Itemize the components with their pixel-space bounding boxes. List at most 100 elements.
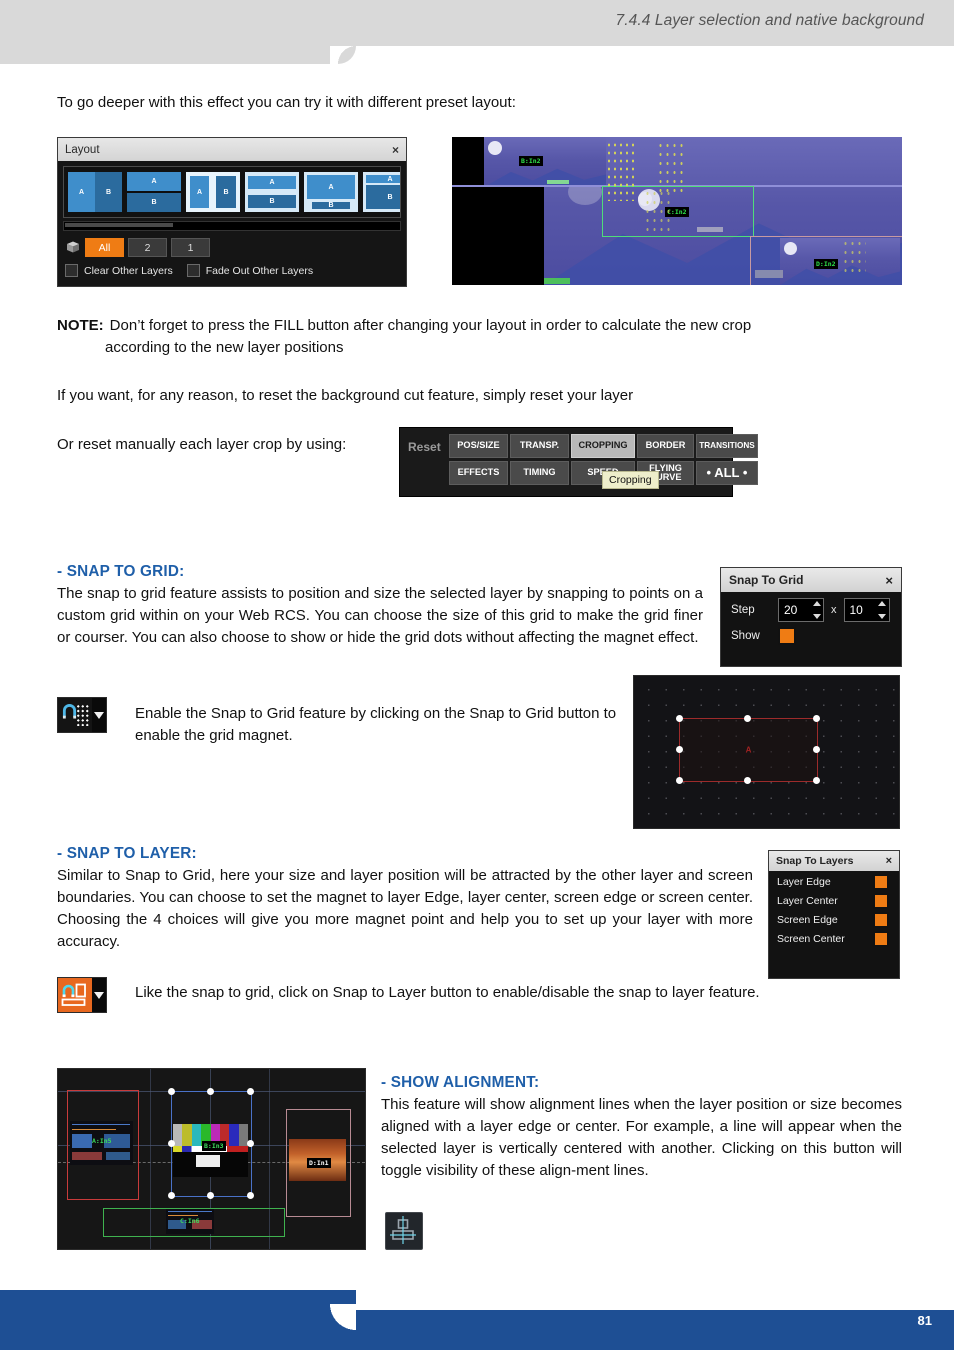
step-x-spinner[interactable] — [806, 600, 822, 620]
snap-option-layer-center[interactable]: Layer Center — [769, 890, 899, 909]
screen-center-checkbox[interactable] — [873, 931, 889, 947]
snap-to-layers-panel[interactable]: Snap To Layers × Layer Edge Layer Center… — [768, 850, 900, 979]
screen-edge-checkbox[interactable] — [873, 912, 889, 928]
footer-band-right — [356, 1310, 954, 1330]
cropping-tooltip: Cropping — [602, 471, 659, 489]
snap-to-grid-button[interactable] — [57, 697, 107, 733]
snap-to-grid-dropdown[interactable] — [92, 698, 106, 732]
preset-zone-a: A — [68, 172, 95, 212]
spinner-down-icon[interactable] — [878, 614, 886, 619]
reset-button-timing[interactable]: TIMING — [510, 461, 569, 485]
footer-band-bottom — [0, 1330, 954, 1350]
step-x-input[interactable]: 20 — [778, 598, 824, 622]
close-icon[interactable]: × — [392, 143, 399, 157]
preview-ui-block-2 — [547, 180, 569, 184]
note-line-2: according to the new layer positions — [105, 339, 344, 357]
spinner-down-icon[interactable] — [812, 614, 821, 619]
show-alignment-button[interactable] — [385, 1212, 423, 1250]
layout-preset-4[interactable]: A B — [245, 172, 299, 212]
resize-handle[interactable] — [168, 1192, 175, 1199]
snap-to-grid-icon[interactable] — [58, 698, 92, 732]
layout-preset-strip[interactable]: A B A B A B A B A B A B — [63, 166, 401, 218]
resize-handle[interactable] — [744, 714, 751, 722]
clear-other-layers-checkbox[interactable] — [65, 264, 78, 277]
spinner-up-icon[interactable] — [812, 601, 821, 606]
alignment-label-a: A:In5 — [92, 1137, 112, 1145]
resize-handle[interactable] — [812, 776, 820, 784]
snap-to-layer-icon[interactable] — [58, 978, 92, 1012]
layout-preset-6[interactable]: A B — [363, 172, 400, 212]
layout-preset-2[interactable]: A B — [127, 172, 181, 212]
alignment-layer-b-white-patch — [196, 1155, 220, 1167]
scrollbar-thumb[interactable] — [65, 223, 173, 227]
layer-center-checkbox[interactable] — [873, 893, 889, 909]
step-y-spinner[interactable] — [872, 600, 888, 620]
resize-handle[interactable] — [168, 1088, 175, 1095]
snap-to-layer-button[interactable] — [57, 977, 107, 1013]
layer-edge-checkbox[interactable] — [873, 874, 889, 890]
reset-button-border[interactable]: BORDER — [637, 434, 694, 458]
reset-button-effects[interactable]: EFFECTS — [449, 461, 508, 485]
reset-button-pos-size[interactable]: POS/SIZE — [449, 434, 508, 458]
alignment-label-c: C:In6 — [180, 1217, 200, 1225]
resize-handle[interactable] — [207, 1192, 214, 1199]
layout-preset-scrollbar[interactable] — [63, 221, 401, 231]
reset-button-cropping[interactable]: CROPPING — [571, 434, 635, 458]
close-icon[interactable]: × — [886, 855, 892, 867]
layer-filter-2[interactable]: 2 — [128, 238, 167, 257]
snap-to-layers-titlebar: Snap To Layers × — [769, 851, 899, 871]
layer-filter-1[interactable]: 1 — [171, 238, 210, 257]
preview-label-b: B:In2 — [519, 156, 543, 166]
fade-out-other-layers-label: Fade Out Other Layers — [205, 264, 314, 277]
grid-dots-icon — [76, 704, 89, 726]
page-header-title: 7.4.4 Layer selection and native backgro… — [615, 12, 924, 29]
snap-option-label: Screen Edge — [777, 914, 838, 926]
show-grid-checkbox[interactable] — [778, 627, 796, 645]
preset-zone-a: A — [190, 176, 209, 208]
reset-panel[interactable]: Reset POS/SIZE TRANSP. CROPPING BORDER T… — [399, 427, 758, 497]
header-band-lower — [0, 46, 330, 64]
layout-preset-3[interactable]: A B — [186, 172, 240, 212]
step-label: Step — [731, 604, 755, 616]
chevron-down-icon — [94, 711, 104, 719]
resize-handle[interactable] — [812, 745, 820, 753]
show-alignment-body: This feature will show alignment lines w… — [381, 1096, 902, 1180]
reset-button-all[interactable]: • ALL • — [696, 461, 758, 485]
resize-handle[interactable] — [207, 1088, 214, 1095]
multiviewer-preview-image: B:In2 C:In2 D:In2 — [452, 137, 902, 285]
reset-button-transitions[interactable]: TRANSITIONS — [696, 434, 758, 458]
spinner-up-icon[interactable] — [878, 601, 886, 606]
resize-handle[interactable] — [247, 1088, 254, 1095]
snap-option-label: Screen Center — [777, 933, 845, 945]
close-icon[interactable]: × — [885, 573, 893, 588]
resize-handle[interactable] — [247, 1140, 254, 1147]
preview-ui-dots-d — [842, 239, 866, 275]
layer-filter-all[interactable]: All — [85, 238, 124, 257]
resize-handle[interactable] — [812, 714, 820, 722]
snap-option-layer-edge[interactable]: Layer Edge — [769, 871, 899, 890]
snap-to-layers-title: Snap To Layers — [776, 855, 854, 867]
reset-panel-label: Reset — [408, 440, 441, 454]
snap-option-screen-center[interactable]: Screen Center — [769, 928, 899, 947]
step-separator: x — [831, 604, 837, 616]
resize-handle[interactable] — [675, 745, 683, 753]
layout-panel[interactable]: Layout × A B A B A B A B A B A B All 2 1… — [57, 137, 407, 287]
snap-to-grid-title: Snap To Grid — [729, 573, 804, 587]
fade-out-other-layers-checkbox[interactable] — [186, 264, 200, 277]
snap-option-screen-edge[interactable]: Screen Edge — [769, 909, 899, 928]
reset-button-transparency[interactable]: TRANSP. — [510, 434, 569, 458]
layout-preset-1[interactable]: A B — [68, 172, 122, 212]
resize-handle[interactable] — [675, 776, 683, 784]
snap-to-layer-dropdown[interactable] — [92, 978, 106, 1012]
snap-to-grid-panel[interactable]: Snap To Grid × Step 20 x 10 Show — [720, 567, 902, 667]
layout-preset-5[interactable]: A B — [304, 172, 358, 212]
resize-handle[interactable] — [247, 1192, 254, 1199]
resize-handle[interactable] — [675, 714, 683, 722]
step-y-input[interactable]: 10 — [843, 598, 890, 622]
resize-handle[interactable] — [744, 776, 751, 784]
preview-ui-dots-c — [644, 189, 670, 235]
alignment-layer-a-thumb: A:In5 — [70, 1121, 133, 1165]
snap-to-grid-caption: Enable the Snap to Grid feature by click… — [135, 705, 617, 745]
alignment-preview-image: A:In5 B:In3 C:In6 D:In1 — [57, 1068, 366, 1250]
resize-handle[interactable] — [168, 1140, 175, 1147]
